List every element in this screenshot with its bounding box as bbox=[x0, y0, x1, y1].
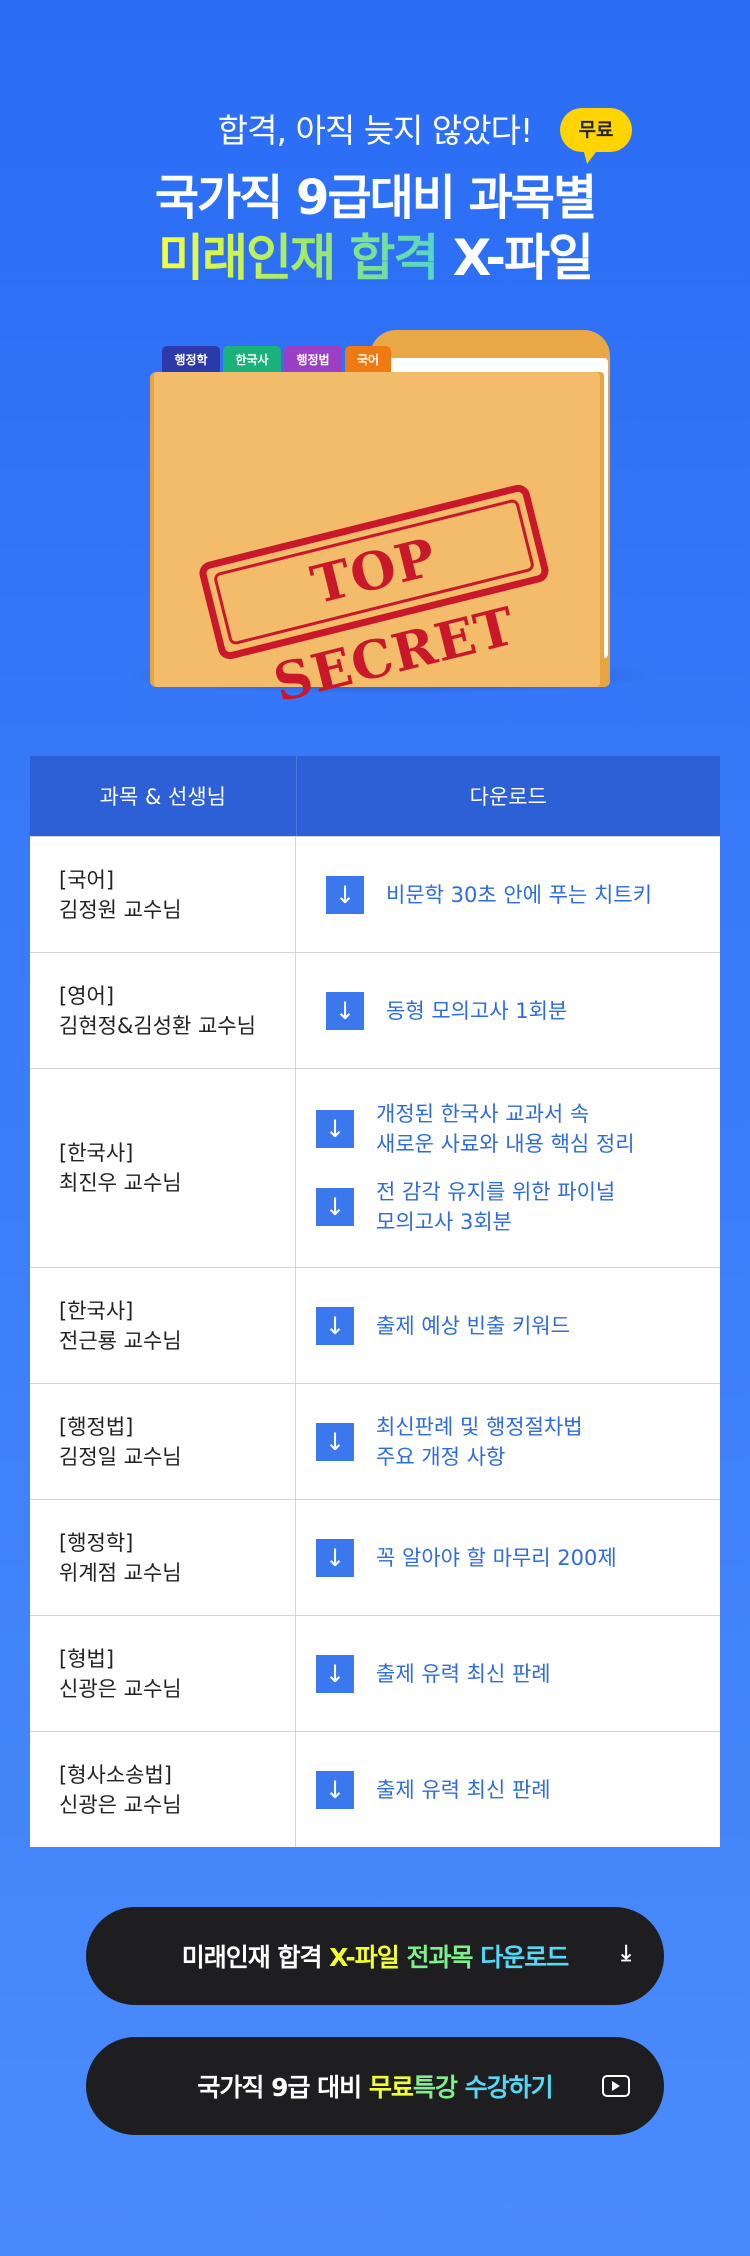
download-title: 전 감각 유지를 위한 파이널 모의고사 3회분 bbox=[376, 1180, 616, 1234]
table-row: [한국사] 최진우 교수님 ↓ 개정된 한국사 교과서 속 새로운 사료와 내용 핵… bbox=[30, 1068, 720, 1267]
table-row: [영어] 김현정&김성환 교수님 ↓ 동형 모의고사 1회분 bbox=[30, 952, 720, 1068]
subject-label: [한국사] bbox=[59, 1298, 134, 1323]
table-row: [국어] 김정원 교수님 ↓ 비문학 30초 안에 푸는 치트키 bbox=[30, 836, 720, 952]
table-row: [행정법] 김정일 교수님 ↓ 최신판례 및 행정절차법 주요 개정 사항 bbox=[30, 1383, 720, 1499]
download-icon: ↓ bbox=[316, 1110, 354, 1148]
download-icon: ↓ bbox=[316, 1306, 354, 1345]
label-part: 특강 bbox=[412, 2073, 465, 2102]
folder-tab: 행정학 bbox=[162, 346, 220, 374]
download-icon: ↓ bbox=[316, 1422, 354, 1461]
hero-title-rest: X-파일 bbox=[437, 229, 594, 287]
table-row: [한국사] 전근룡 교수님 ↓ 출제 예상 빈출 키워드 bbox=[30, 1267, 720, 1383]
download-icon: ↓ bbox=[326, 991, 364, 1030]
subject-label: [행정법] bbox=[59, 1414, 134, 1439]
label-part: 다운로드 bbox=[480, 1943, 569, 1972]
play-icon bbox=[602, 2075, 630, 2097]
download-link[interactable]: ↓ 개정된 한국사 교과서 속 새로운 사료와 내용 핵심 정리 bbox=[296, 1099, 720, 1159]
download-link[interactable]: ↓ 동형 모의고사 1회분 bbox=[296, 991, 720, 1030]
folder-tab: 행정법 bbox=[284, 346, 342, 374]
label-part: 국가직 9급 대비 bbox=[197, 2073, 369, 2102]
label-part: 전과목 bbox=[406, 1943, 481, 1972]
hero-title-highlight: 미래인재 합격 bbox=[157, 229, 439, 287]
hero-title-2: 미래인재 합격 X-파일 bbox=[0, 218, 750, 290]
top-secret-stamp: TOP SECRET bbox=[196, 482, 552, 714]
subject-label: [영어] bbox=[59, 983, 115, 1008]
subject-label: [국어] bbox=[59, 867, 115, 892]
label-part: X-파일 bbox=[329, 1943, 407, 1972]
download-all-button[interactable]: 미래인재 합격 X-파일 전과목 다운로드 ⤓ bbox=[86, 1907, 664, 2005]
download-icon: ↓ bbox=[316, 1654, 354, 1693]
download-link[interactable]: ↓ 출제 유력 최신 판례 bbox=[296, 1770, 720, 1809]
label-part: 수강하기 bbox=[464, 2073, 554, 2102]
teacher-label: 김현정&김성환 교수님 bbox=[59, 1013, 256, 1038]
table-header: 과목 & 선생님 다운로드 bbox=[30, 756, 720, 836]
download-icon: ↓ bbox=[316, 1188, 354, 1226]
subject-label: [형법] bbox=[59, 1646, 115, 1671]
download-title: 출제 예상 빈출 키워드 bbox=[376, 1313, 570, 1338]
free-lecture-label: 국가직 9급 대비 무료특강 수강하기 bbox=[197, 2068, 554, 2104]
download-table: 과목 & 선생님 다운로드 [국어] 김정원 교수님 ↓ 비문학 30초 안에 푸는… bbox=[30, 756, 720, 1847]
download-title: 개정된 한국사 교과서 속 새로운 사료와 내용 핵심 정리 bbox=[376, 1102, 635, 1156]
subject-label: [한국사] bbox=[59, 1141, 134, 1165]
table-row: [형사소송법] 신광은 교수님 ↓ 출제 유력 최신 판례 bbox=[30, 1731, 720, 1847]
free-badge: 무료 bbox=[560, 108, 632, 152]
subject-label: [형사소송법] bbox=[59, 1762, 172, 1787]
free-lecture-button[interactable]: 국가직 9급 대비 무료특강 수강하기 bbox=[86, 2037, 664, 2135]
download-link[interactable]: ↓ 전 감각 유지를 위한 파이널 모의고사 3회분 bbox=[296, 1177, 720, 1237]
download-icon: ↓ bbox=[316, 1538, 354, 1577]
download-link[interactable]: ↓ 출제 예상 빈출 키워드 bbox=[296, 1306, 720, 1345]
teacher-label: 위계점 교수님 bbox=[59, 1560, 182, 1585]
table-row: [형법] 신광은 교수님 ↓ 출제 유력 최신 판례 bbox=[30, 1615, 720, 1731]
teacher-label: 신광은 교수님 bbox=[59, 1792, 182, 1817]
teacher-label: 신광은 교수님 bbox=[59, 1676, 182, 1701]
top-secret-folder-illustration: 행정학 한국사 행정법 국어 TOP SECRET bbox=[120, 330, 660, 714]
download-title: 꼭 알아야 할 마무리 200제 bbox=[376, 1545, 617, 1570]
download-icon: ⤓ bbox=[621, 1941, 631, 1966]
download-title: 동형 모의고사 1회분 bbox=[386, 998, 568, 1023]
download-title: 출제 유력 최신 판례 bbox=[376, 1777, 551, 1802]
download-all-label: 미래인재 합격 X-파일 전과목 다운로드 bbox=[181, 1938, 569, 1974]
header-subject: 과목 & 선생님 bbox=[30, 756, 297, 836]
label-part: 무료 bbox=[368, 2073, 414, 2102]
folder-tab: 국어 bbox=[345, 346, 391, 374]
folder-tab: 한국사 bbox=[223, 346, 281, 374]
download-title: 출제 유력 최신 판례 bbox=[376, 1661, 551, 1686]
download-title: 비문학 30초 안에 푸는 치트키 bbox=[386, 882, 652, 907]
subject-label: [행정학] bbox=[59, 1530, 134, 1555]
teacher-label: 김정일 교수님 bbox=[59, 1444, 182, 1469]
teacher-label: 전근룡 교수님 bbox=[59, 1328, 182, 1353]
folder-front: TOP SECRET bbox=[154, 372, 604, 714]
hero-subtitle: 합격, 아직 늦지 않았다! bbox=[217, 111, 533, 150]
label-part: 미래인재 합격 bbox=[181, 1943, 330, 1972]
download-icon: ↓ bbox=[326, 875, 364, 914]
download-link[interactable]: ↓ 꼭 알아야 할 마무리 200제 bbox=[296, 1538, 720, 1577]
download-link[interactable]: ↓ 출제 유력 최신 판례 bbox=[296, 1654, 720, 1693]
teacher-label: 최진우 교수님 bbox=[59, 1171, 182, 1195]
table-row: [행정학] 위계점 교수님 ↓ 꼭 알아야 할 마무리 200제 bbox=[30, 1499, 720, 1615]
download-title: 최신판례 및 행정절차법 주요 개정 사항 bbox=[376, 1414, 583, 1469]
download-icon: ↓ bbox=[316, 1770, 354, 1809]
header-download: 다운로드 bbox=[469, 785, 547, 809]
download-link[interactable]: ↓ 최신판례 및 행정절차법 주요 개정 사항 bbox=[296, 1412, 720, 1472]
teacher-label: 김정원 교수님 bbox=[59, 897, 182, 922]
hero-section: 합격, 아직 늦지 않았다! 무료 국가직 9급대비 과목별 미래인재 합격 X… bbox=[0, 0, 750, 720]
download-link[interactable]: ↓ 비문학 30초 안에 푸는 치트키 bbox=[296, 875, 720, 914]
